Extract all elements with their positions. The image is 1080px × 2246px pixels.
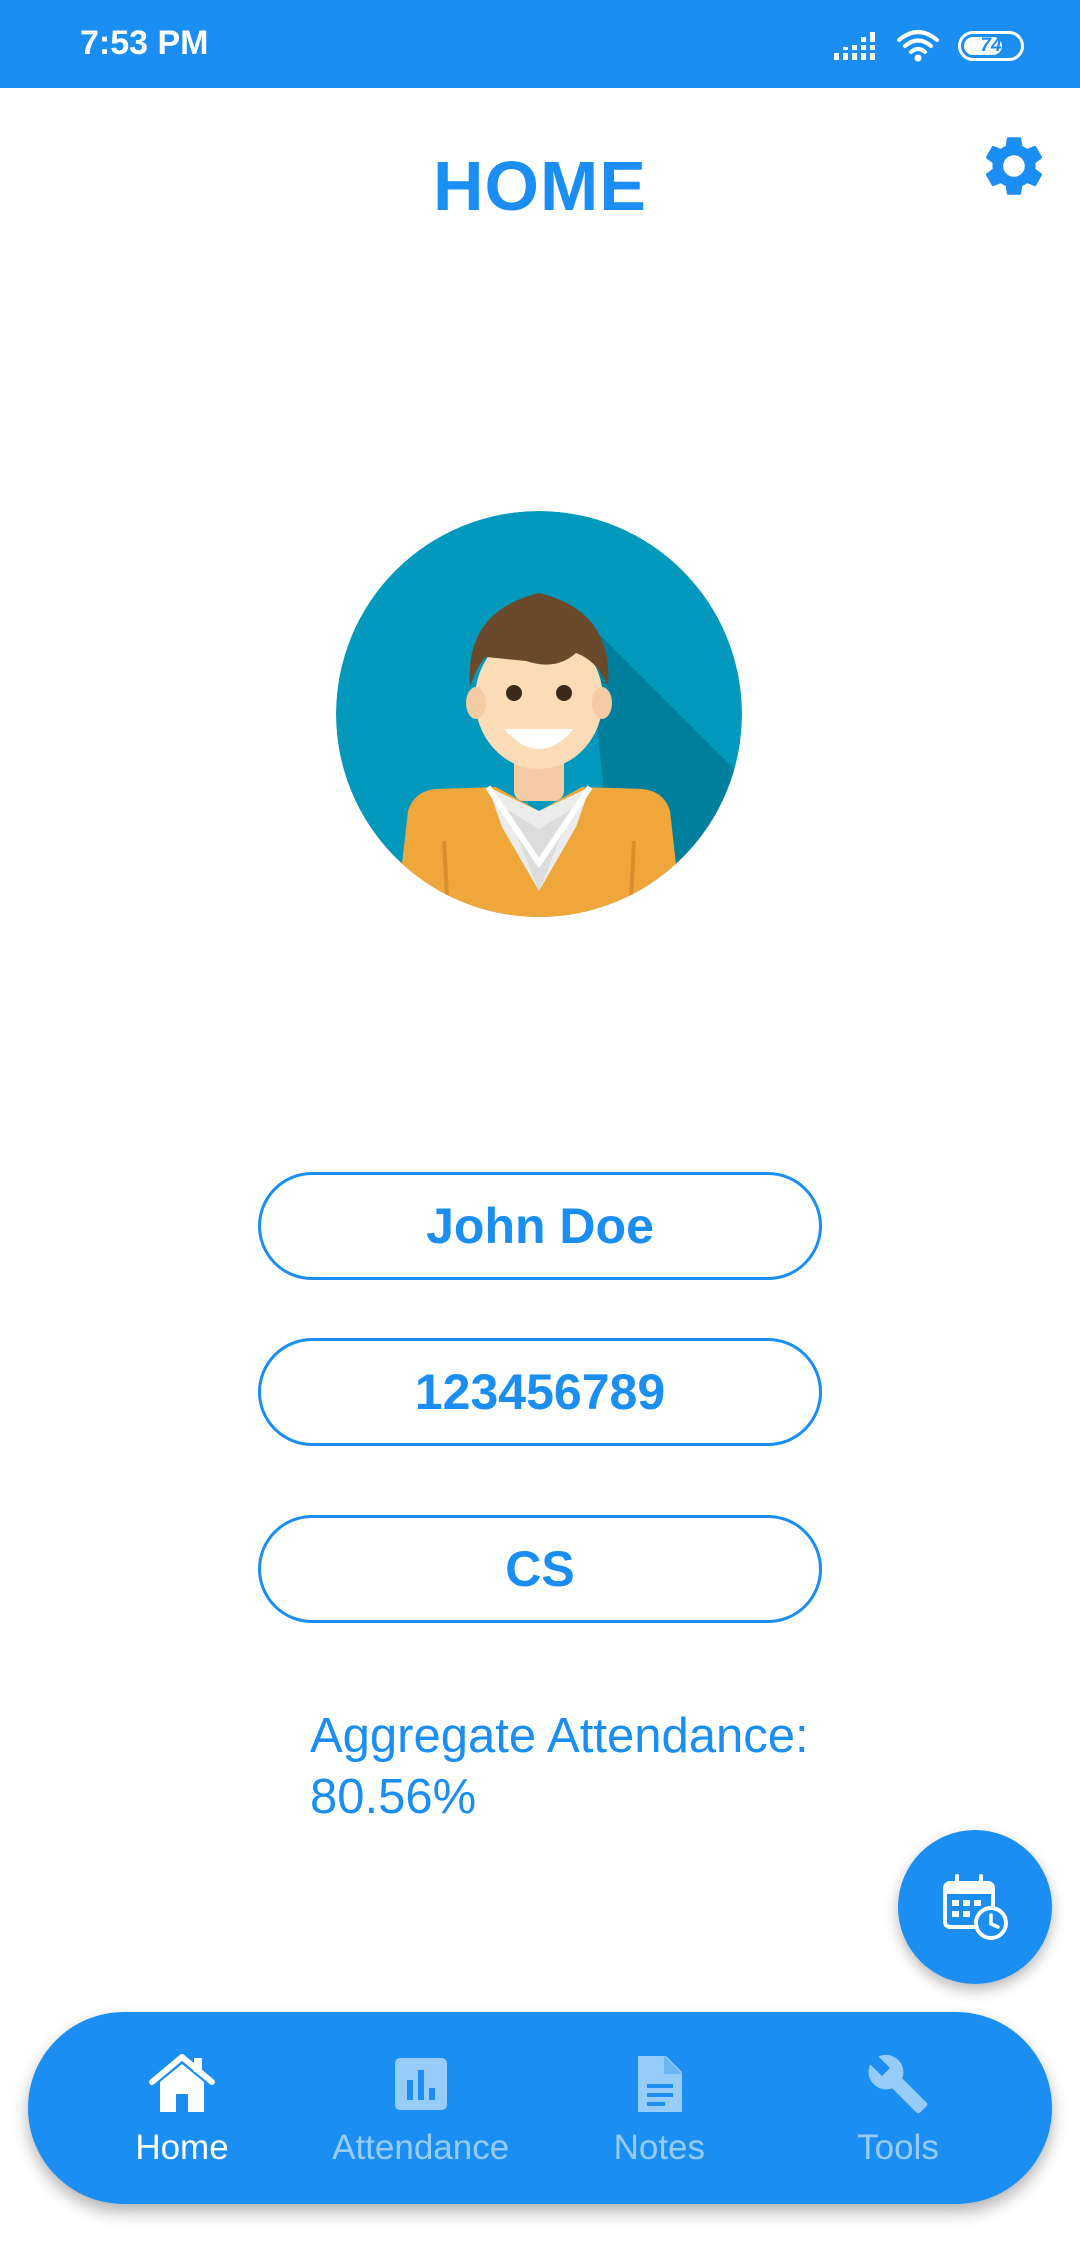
page-title: HOME — [433, 147, 647, 225]
signal-icon — [832, 32, 878, 60]
status-icons: 74 — [832, 26, 1024, 66]
avatar — [336, 511, 742, 917]
battery-indicator: 74 — [958, 31, 1024, 61]
nav-item-tools[interactable]: Tools — [798, 2012, 998, 2204]
status-time: 7:53 PM — [80, 24, 209, 62]
bottom-navigation: Home Attendance Notes Tools — [28, 2012, 1052, 2204]
schedule-fab-button[interactable] — [898, 1830, 1052, 1984]
gear-icon — [985, 137, 1043, 195]
wifi-icon — [897, 30, 939, 62]
calendar-clock-icon — [943, 1874, 1008, 1940]
nav-label-home: Home — [135, 2128, 229, 2167]
nav-item-home[interactable]: Home — [82, 2012, 282, 2204]
student-id: 123456789 — [414, 1364, 666, 1420]
nav-item-notes[interactable]: Notes — [559, 2012, 759, 2204]
aggregate-attendance-text: Aggregate Attendance: 80.56% — [310, 1709, 809, 1824]
wrench-icon — [862, 2048, 934, 2120]
status-bar: 7:53 PM 74 — [0, 0, 1080, 88]
document-icon — [623, 2048, 695, 2120]
battery-level: 74 — [980, 35, 1002, 56]
nav-item-attendance[interactable]: Attendance — [321, 2012, 521, 2204]
nav-label-attendance: Attendance — [332, 2128, 510, 2167]
student-name-field: John Doe — [258, 1172, 822, 1280]
nav-label-tools: Tools — [857, 2128, 939, 2167]
user-avatar-illustration — [336, 511, 742, 917]
home-icon — [146, 2048, 218, 2120]
department-field: CS — [258, 1515, 822, 1623]
settings-button[interactable] — [978, 130, 1050, 202]
bar-chart-icon — [385, 2048, 457, 2120]
student-name: John Doe — [426, 1198, 654, 1254]
nav-label-notes: Notes — [613, 2128, 706, 2167]
student-id-field: 123456789 — [258, 1338, 822, 1446]
department: CS — [505, 1541, 575, 1597]
